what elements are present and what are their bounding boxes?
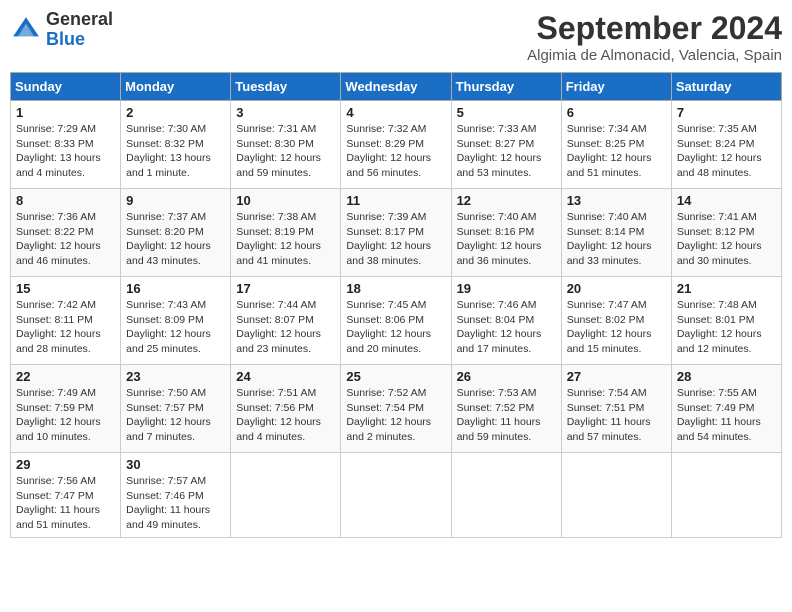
header-friday: Friday xyxy=(561,73,671,101)
calendar: Sunday Monday Tuesday Wednesday Thursday… xyxy=(10,72,782,538)
day-5: 5 Sunrise: 7:33 AMSunset: 8:27 PMDayligh… xyxy=(451,101,561,189)
day-29: 29 Sunrise: 7:56 AMSunset: 7:47 PMDaylig… xyxy=(11,453,121,538)
empty-cell-2 xyxy=(341,453,451,538)
day-6: 6 Sunrise: 7:34 AMSunset: 8:25 PMDayligh… xyxy=(561,101,671,189)
day-24: 24 Sunrise: 7:51 AMSunset: 7:56 PMDaylig… xyxy=(231,365,341,453)
empty-cell-3 xyxy=(451,453,561,538)
day-16: 16 Sunrise: 7:43 AMSunset: 8:09 PMDaylig… xyxy=(121,277,231,365)
logo-icon xyxy=(10,14,42,46)
header-sunday: Sunday xyxy=(11,73,121,101)
day-9: 9 Sunrise: 7:37 AMSunset: 8:20 PMDayligh… xyxy=(121,189,231,277)
week-row-5: 29 Sunrise: 7:56 AMSunset: 7:47 PMDaylig… xyxy=(11,453,782,538)
month-title: September 2024 xyxy=(527,10,782,47)
day-17: 17 Sunrise: 7:44 AMSunset: 8:07 PMDaylig… xyxy=(231,277,341,365)
logo-general: General xyxy=(46,9,113,29)
empty-cell-5 xyxy=(671,453,781,538)
day-13: 13 Sunrise: 7:40 AMSunset: 8:14 PMDaylig… xyxy=(561,189,671,277)
day-8: 8 Sunrise: 7:36 AMSunset: 8:22 PMDayligh… xyxy=(11,189,121,277)
day-1: 1 Sunrise: 7:29 AMSunset: 8:33 PMDayligh… xyxy=(11,101,121,189)
week-row-4: 22 Sunrise: 7:49 AMSunset: 7:59 PMDaylig… xyxy=(11,365,782,453)
empty-cell-1 xyxy=(231,453,341,538)
location: Algimia de Almonacid, Valencia, Spain xyxy=(527,47,782,64)
week-row-2: 8 Sunrise: 7:36 AMSunset: 8:22 PMDayligh… xyxy=(11,189,782,277)
day-21: 21 Sunrise: 7:48 AMSunset: 8:01 PMDaylig… xyxy=(671,277,781,365)
header-saturday: Saturday xyxy=(671,73,781,101)
header-wednesday: Wednesday xyxy=(341,73,451,101)
day-4: 4 Sunrise: 7:32 AMSunset: 8:29 PMDayligh… xyxy=(341,101,451,189)
day-12: 12 Sunrise: 7:40 AMSunset: 8:16 PMDaylig… xyxy=(451,189,561,277)
day-11: 11 Sunrise: 7:39 AMSunset: 8:17 PMDaylig… xyxy=(341,189,451,277)
day-25: 25 Sunrise: 7:52 AMSunset: 7:54 PMDaylig… xyxy=(341,365,451,453)
day-30: 30 Sunrise: 7:57 AMSunset: 7:46 PMDaylig… xyxy=(121,453,231,538)
day-14: 14 Sunrise: 7:41 AMSunset: 8:12 PMDaylig… xyxy=(671,189,781,277)
logo: General Blue xyxy=(10,10,113,50)
day-3: 3 Sunrise: 7:31 AMSunset: 8:30 PMDayligh… xyxy=(231,101,341,189)
header-monday: Monday xyxy=(121,73,231,101)
week-row-1: 1 Sunrise: 7:29 AMSunset: 8:33 PMDayligh… xyxy=(11,101,782,189)
day-26: 26 Sunrise: 7:53 AMSunset: 7:52 PMDaylig… xyxy=(451,365,561,453)
week-row-3: 15 Sunrise: 7:42 AMSunset: 8:11 PMDaylig… xyxy=(11,277,782,365)
header-thursday: Thursday xyxy=(451,73,561,101)
weekday-header-row: Sunday Monday Tuesday Wednesday Thursday… xyxy=(11,73,782,101)
day-2: 2 Sunrise: 7:30 AMSunset: 8:32 PMDayligh… xyxy=(121,101,231,189)
day-27: 27 Sunrise: 7:54 AMSunset: 7:51 PMDaylig… xyxy=(561,365,671,453)
day-7: 7 Sunrise: 7:35 AMSunset: 8:24 PMDayligh… xyxy=(671,101,781,189)
day-22: 22 Sunrise: 7:49 AMSunset: 7:59 PMDaylig… xyxy=(11,365,121,453)
day-15: 15 Sunrise: 7:42 AMSunset: 8:11 PMDaylig… xyxy=(11,277,121,365)
page-header: General Blue September 2024 Algimia de A… xyxy=(10,10,782,64)
header-tuesday: Tuesday xyxy=(231,73,341,101)
day-23: 23 Sunrise: 7:50 AMSunset: 7:57 PMDaylig… xyxy=(121,365,231,453)
day-28: 28 Sunrise: 7:55 AMSunset: 7:49 PMDaylig… xyxy=(671,365,781,453)
title-block: September 2024 Algimia de Almonacid, Val… xyxy=(527,10,782,64)
day-10: 10 Sunrise: 7:38 AMSunset: 8:19 PMDaylig… xyxy=(231,189,341,277)
day-18: 18 Sunrise: 7:45 AMSunset: 8:06 PMDaylig… xyxy=(341,277,451,365)
day-20: 20 Sunrise: 7:47 AMSunset: 8:02 PMDaylig… xyxy=(561,277,671,365)
empty-cell-4 xyxy=(561,453,671,538)
day-19: 19 Sunrise: 7:46 AMSunset: 8:04 PMDaylig… xyxy=(451,277,561,365)
logo-blue: Blue xyxy=(46,29,85,49)
